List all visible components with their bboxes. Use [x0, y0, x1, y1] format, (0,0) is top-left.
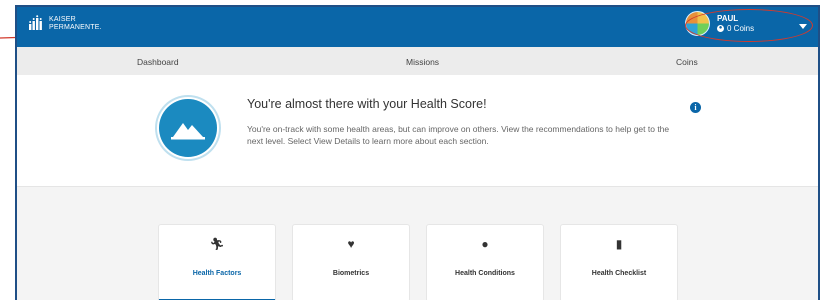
info-icon[interactable]: i: [690, 102, 701, 113]
top-header-bar: KAISER PERMANENTE. PAUL ● 0 Coins: [17, 7, 818, 47]
tile-label: Health Conditions: [455, 270, 515, 277]
mountain-badge-icon: [157, 97, 219, 159]
alert-circle-icon: ●: [481, 237, 489, 251]
user-menu-highlight-ellipse: [685, 9, 813, 42]
clipboard-icon: ▮: [615, 237, 623, 251]
tile-biometrics[interactable]: ♥ Biometrics: [292, 224, 410, 300]
app-frame: KAISER PERMANENTE. PAUL ● 0 Coins Dashbo…: [15, 5, 820, 300]
tile-health-factors[interactable]: 🏃︎ Health Factors: [158, 224, 276, 300]
kp-logo-icon: [29, 15, 42, 30]
kaiser-permanente-logo[interactable]: KAISER PERMANENTE.: [28, 15, 102, 32]
tile-label: Health Factors: [192, 270, 242, 277]
score-headline: You're almost there with your Health Sco…: [247, 97, 487, 111]
nav-tabs: Dashboard Missions Coins: [17, 47, 818, 76]
tile-health-conditions[interactable]: ● Health Conditions: [426, 224, 544, 300]
tab-missions[interactable]: Missions: [406, 57, 439, 67]
heart-rate-icon: ♥: [347, 237, 355, 251]
tile-health-checklist[interactable]: ▮ Health Checklist: [560, 224, 678, 300]
tile-label: Health Checklist: [591, 270, 647, 277]
brand-line-1: KAISER: [49, 15, 76, 23]
running-person-icon: 🏃︎: [209, 237, 225, 251]
score-description: You're on-track with some health areas, …: [247, 124, 670, 146]
tab-coins[interactable]: Coins: [676, 57, 698, 67]
brand-name: KAISER PERMANENTE.: [49, 16, 102, 32]
health-score-card: You're almost there with your Health Sco…: [17, 75, 818, 187]
tab-dashboard[interactable]: Dashboard: [137, 57, 179, 67]
tile-label: Biometrics: [332, 270, 370, 277]
brand-line-2: PERMANENTE.: [49, 23, 102, 31]
